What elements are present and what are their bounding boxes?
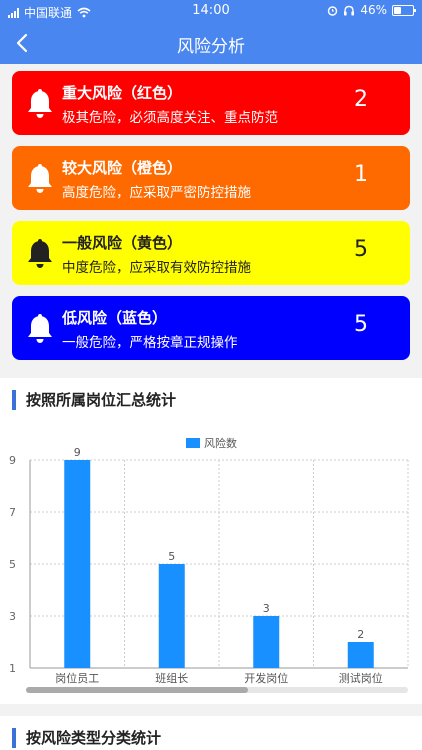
risk-card-desc: 高度危险，应采取严密防控措施 [62, 185, 251, 201]
section-title-position: 按照所属岗位汇总统计 [12, 390, 176, 410]
risk-card-low[interactable]: 低风险（蓝色） 一般危险，严格按章正规操作 5 [12, 296, 410, 360]
bar-value-label: 2 [357, 628, 364, 641]
type-summary-panel: 按风险类型分类统计 [0, 716, 422, 750]
risk-card-count: 5 [354, 237, 368, 262]
risk-card-major[interactable]: 重大风险（红色） 极其危险，必须高度关注、重点防范 2 [12, 71, 410, 135]
risk-card-general[interactable]: 一般风险（黄色） 中度危险，应采取有效防控措施 5 [12, 221, 410, 285]
battery-icon [392, 4, 416, 16]
battery-percent: 46% [360, 3, 387, 17]
x-tick-label: 岗位员工 [55, 671, 99, 685]
status-right: 46% [327, 3, 416, 17]
x-tick-label: 测试岗位 [339, 671, 383, 685]
bar [158, 564, 185, 668]
y-tick-label: 7 [9, 506, 16, 519]
risk-card-title: 低风险（蓝色） [62, 309, 168, 327]
y-tick-label: 9 [9, 454, 16, 467]
bar [253, 616, 280, 668]
status-bar: 中国联通 14:00 46% [0, 0, 422, 22]
bell-icon [28, 89, 52, 118]
risk-card-count: 1 [354, 162, 368, 187]
risk-card-desc: 中度危险，应采取有效防控措施 [62, 260, 251, 276]
risk-card-title: 重大风险（红色） [62, 84, 183, 102]
bar-value-label: 5 [168, 550, 175, 563]
risk-card-desc: 一般危险，严格按章正规操作 [62, 335, 238, 351]
bell-icon [28, 314, 52, 343]
risk-card-desc: 极其危险，必须高度关注、重点防范 [62, 110, 278, 126]
x-tick-label: 开发岗位 [244, 671, 288, 685]
alarm-icon [328, 5, 338, 16]
page-title: 风险分析 [177, 37, 245, 57]
risk-card-count: 2 [354, 87, 368, 112]
risk-card-count: 5 [354, 312, 368, 337]
y-tick-label: 5 [9, 558, 16, 571]
risk-card-title: 一般风险（黄色） [62, 234, 183, 252]
bell-icon [28, 164, 52, 193]
bar-value-label: 3 [263, 602, 270, 615]
y-tick-label: 1 [9, 662, 16, 675]
position-bar-chart: 1 3 5 7 9 风险数 9 岗位员工 5 班组长 3 开发岗位 2 测试岗位 [9, 436, 409, 685]
x-tick-label: 班组长 [155, 671, 188, 685]
chart-scrollbar-thumb[interactable] [26, 687, 248, 693]
risk-card-large[interactable]: 较大风险（橙色） 高度危险，应采取严密防控措施 1 [12, 146, 410, 210]
risk-card-title: 较大风险（橙色） [62, 159, 183, 177]
legend-label: 风险数 [204, 436, 237, 450]
bar-value-label: 9 [74, 446, 81, 459]
nav-bar: 风险分析 [0, 22, 422, 64]
y-tick-label: 3 [9, 610, 16, 623]
bell-icon [28, 239, 52, 268]
bar [64, 460, 91, 668]
headphones-icon [344, 5, 355, 15]
legend-swatch [186, 438, 200, 448]
risk-card-list: 重大风险（红色） 极其危险，必须高度关注、重点防范 2 较大风险（橙色） 高度危… [0, 64, 422, 374]
bar [347, 642, 374, 668]
position-summary-panel: 按照所属岗位汇总统计 1 3 5 7 9 风险数 9 岗位员工 5 班组长 3 开发岗位 2 测试岗位 [0, 378, 422, 704]
section-title-type: 按风险类型分类统计 [12, 728, 161, 748]
